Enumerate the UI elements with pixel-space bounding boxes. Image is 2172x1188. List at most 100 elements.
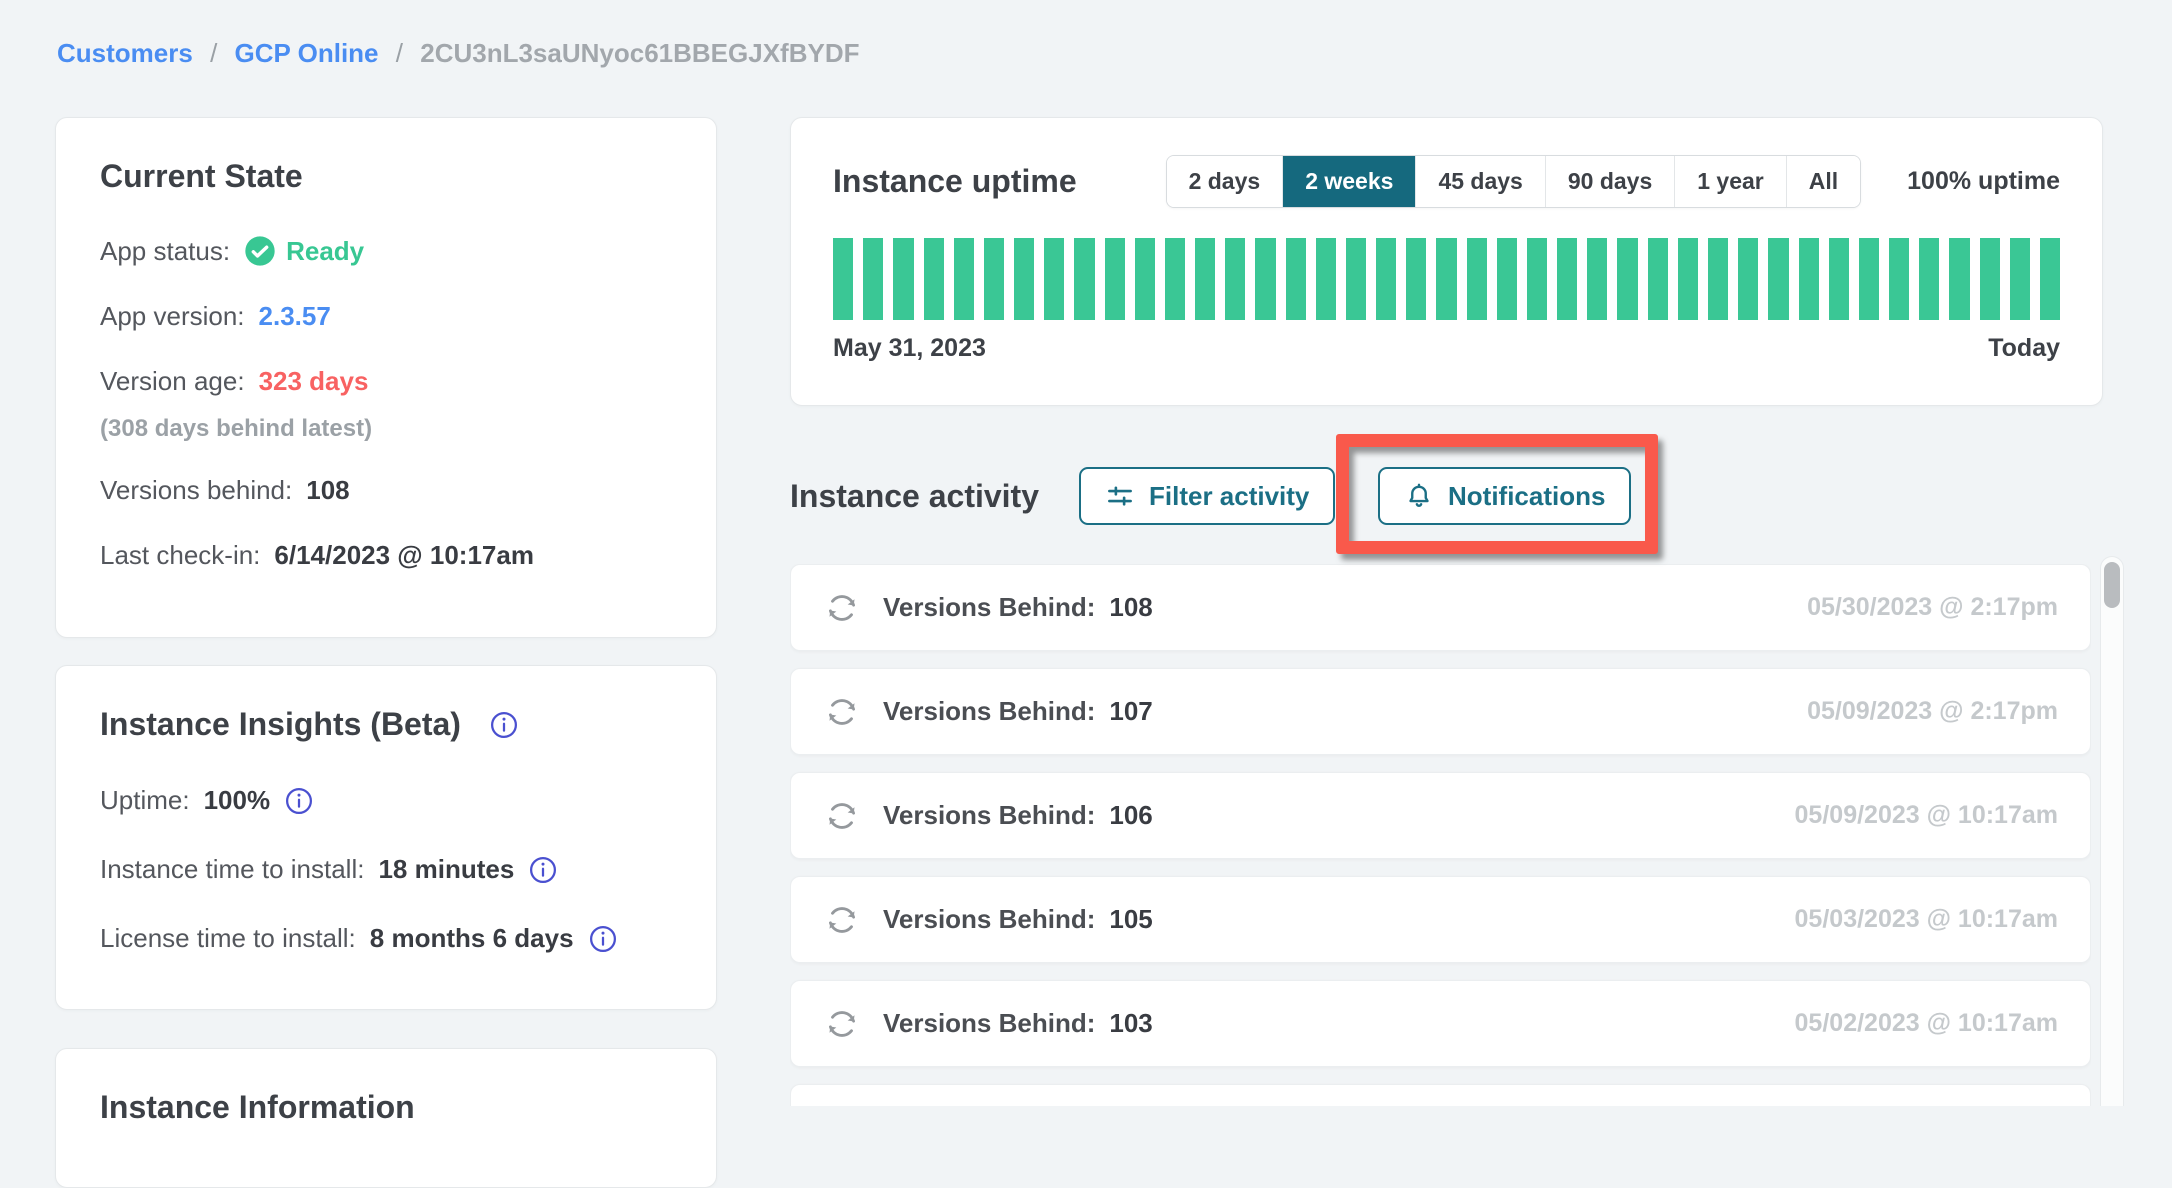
activity-row-timestamp: 05/02/2023 @ 10:17am bbox=[1795, 1009, 2058, 1038]
uptime-bar bbox=[1889, 238, 1909, 320]
activity-header: Instance activity Filter activity Notifi… bbox=[790, 463, 2103, 529]
uptime-bar bbox=[1708, 238, 1728, 320]
uptime-bar bbox=[1467, 238, 1487, 320]
instance-activity-title: Instance activity bbox=[790, 478, 1039, 515]
bell-icon bbox=[1404, 481, 1434, 511]
info-icon[interactable] bbox=[528, 855, 558, 885]
uptime-bar bbox=[1587, 238, 1607, 320]
notifications-label: Notifications bbox=[1448, 481, 1605, 512]
breadcrumb-separator: / bbox=[210, 38, 217, 68]
activity-row-timestamp: 05/09/2023 @ 10:17am bbox=[1795, 801, 2058, 830]
uptime-insight-label: Uptime: bbox=[100, 785, 190, 816]
info-icon[interactable] bbox=[284, 786, 314, 816]
instance-install-row: Instance time to install: 18 minutes bbox=[100, 854, 672, 885]
check-circle-icon bbox=[244, 235, 276, 267]
breadcrumb-link-gcp-online[interactable]: GCP Online bbox=[235, 38, 379, 68]
sync-icon bbox=[823, 693, 861, 731]
uptime-bar bbox=[1527, 238, 1547, 320]
last-checkin-row: Last check-in: 6/14/2023 @ 10:17am bbox=[100, 540, 672, 571]
activity-row-label: Versions Behind: bbox=[883, 1008, 1095, 1039]
uptime-insight-row: Uptime: 100% bbox=[100, 785, 672, 816]
version-age-value: 323 days bbox=[259, 366, 369, 397]
uptime-bar bbox=[954, 238, 974, 320]
instance-install-value: 18 minutes bbox=[378, 854, 514, 885]
uptime-bar bbox=[2010, 238, 2030, 320]
instance-uptime-card: Instance uptime 2 days2 weeks45 days90 d… bbox=[790, 117, 2103, 406]
uptime-footer: May 31, 2023 Today bbox=[833, 334, 2060, 363]
activity-row-timestamp: 05/30/2023 @ 2:17pm bbox=[1807, 593, 2058, 622]
last-checkin-label: Last check-in: bbox=[100, 540, 260, 571]
filter-activity-label: Filter activity bbox=[1149, 481, 1309, 512]
last-checkin-value: 6/14/2023 @ 10:17am bbox=[274, 540, 534, 571]
activity-scrollbar-thumb[interactable] bbox=[2104, 562, 2120, 608]
versions-behind-row: Versions behind: 108 bbox=[100, 475, 672, 506]
uptime-bar bbox=[1799, 238, 1819, 320]
filter-sliders-icon bbox=[1105, 481, 1135, 511]
uptime-range-2-weeks[interactable]: 2 weeks bbox=[1283, 156, 1416, 207]
activity-scrollbar-track[interactable] bbox=[2100, 556, 2124, 1106]
filter-activity-button[interactable]: Filter activity bbox=[1079, 467, 1335, 525]
uptime-bar bbox=[1738, 238, 1758, 320]
breadcrumb-link-customers[interactable]: Customers bbox=[57, 38, 193, 68]
activity-row-value: 107 bbox=[1109, 696, 1152, 727]
instance-uptime-title: Instance uptime bbox=[833, 163, 1077, 200]
uptime-bar bbox=[2040, 238, 2060, 320]
versions-behind-value: 108 bbox=[306, 475, 349, 506]
uptime-bar bbox=[893, 238, 913, 320]
activity-row-label: Versions Behind: bbox=[883, 800, 1095, 831]
uptime-bar bbox=[1678, 238, 1698, 320]
activity-row-label: Versions Behind: bbox=[883, 904, 1095, 935]
sync-icon bbox=[823, 1005, 861, 1043]
app-status-value: Ready bbox=[286, 236, 364, 267]
uptime-range-all[interactable]: All bbox=[1787, 156, 1860, 207]
uptime-range-1-year[interactable]: 1 year bbox=[1675, 156, 1787, 207]
activity-row: Versions Behind: 107 05/09/2023 @ 2:17pm bbox=[790, 668, 2091, 755]
instance-insights-card: Instance Insights (Beta) Uptime: 100% In… bbox=[55, 665, 717, 1010]
activity-row-value: 103 bbox=[1109, 1008, 1152, 1039]
uptime-bar bbox=[1074, 238, 1094, 320]
uptime-bar bbox=[833, 238, 853, 320]
current-state-card: Current State App status: Ready App vers… bbox=[55, 117, 717, 638]
uptime-bar bbox=[863, 238, 883, 320]
activity-row-timestamp: 05/09/2023 @ 2:17pm bbox=[1807, 697, 2058, 726]
sync-icon bbox=[823, 797, 861, 835]
uptime-bar bbox=[924, 238, 944, 320]
uptime-end-label: Today bbox=[1988, 334, 2060, 363]
notifications-button[interactable]: Notifications bbox=[1378, 467, 1631, 525]
sync-icon bbox=[823, 589, 861, 627]
app-version-value: 2.3.57 bbox=[259, 301, 331, 332]
uptime-bar bbox=[1346, 238, 1366, 320]
uptime-bar bbox=[1135, 238, 1155, 320]
version-age-row: Version age: 323 days bbox=[100, 366, 672, 397]
info-icon[interactable] bbox=[588, 924, 618, 954]
info-icon[interactable] bbox=[489, 710, 519, 740]
uptime-start-label: May 31, 2023 bbox=[833, 334, 986, 363]
uptime-bars bbox=[833, 238, 2060, 320]
breadcrumb-current-customer-id: 2CU3nL3saUNyoc61BBEGJXfBYDF bbox=[420, 38, 859, 68]
app-status-label: App status: bbox=[100, 236, 230, 267]
uptime-range-2-days[interactable]: 2 days bbox=[1167, 156, 1284, 207]
activity-row-label: Versions Behind: bbox=[883, 696, 1095, 727]
uptime-bar bbox=[1195, 238, 1215, 320]
activity-row-value: 105 bbox=[1109, 904, 1152, 935]
activity-list[interactable]: Versions Behind: 108 05/30/2023 @ 2:17pm… bbox=[790, 564, 2091, 1106]
uptime-bar bbox=[1105, 238, 1125, 320]
uptime-bar bbox=[1286, 238, 1306, 320]
uptime-bar bbox=[1165, 238, 1185, 320]
uptime-bar bbox=[1406, 238, 1426, 320]
uptime-range-90-days[interactable]: 90 days bbox=[1546, 156, 1675, 207]
activity-row: Versions Behind: 102 bbox=[790, 1084, 2091, 1106]
version-age-note: (308 days behind latest) bbox=[100, 415, 672, 443]
activity-row: Versions Behind: 108 05/30/2023 @ 2:17pm bbox=[790, 564, 2091, 651]
versions-behind-label: Versions behind: bbox=[100, 475, 292, 506]
uptime-bar bbox=[1225, 238, 1245, 320]
uptime-summary: 100% uptime bbox=[1907, 167, 2060, 196]
uptime-bar bbox=[1014, 238, 1034, 320]
activity-row-value: 106 bbox=[1109, 800, 1152, 831]
uptime-bar bbox=[1376, 238, 1396, 320]
uptime-range-45-days[interactable]: 45 days bbox=[1416, 156, 1545, 207]
uptime-bar bbox=[984, 238, 1004, 320]
activity-row: Versions Behind: 105 05/03/2023 @ 10:17a… bbox=[790, 876, 2091, 963]
activity-row-value: 108 bbox=[1109, 592, 1152, 623]
uptime-bar bbox=[1919, 238, 1939, 320]
